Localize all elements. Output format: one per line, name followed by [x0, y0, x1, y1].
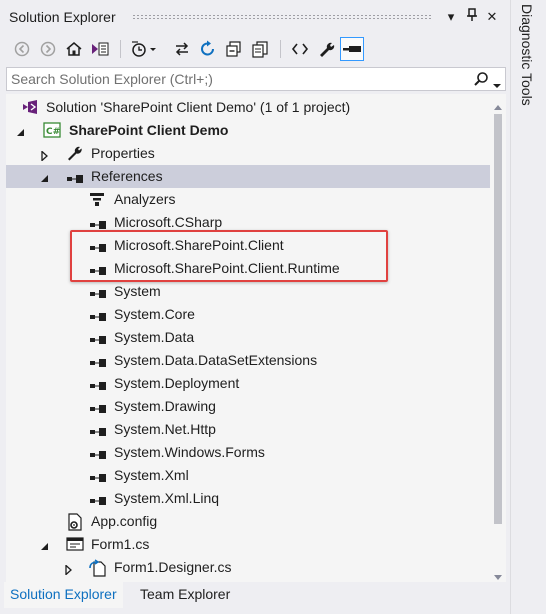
title-grip[interactable] [132, 14, 432, 20]
reference-icon [89, 332, 106, 348]
tree-item-label: App.config [91, 513, 158, 529]
analyzers-icon [89, 191, 105, 207]
pending-changes-filter-icon[interactable] [128, 37, 160, 61]
tree-item[interactable]: System [6, 280, 490, 303]
svg-text:C#: C# [46, 127, 60, 137]
solution-icon [22, 99, 38, 115]
annotation-highlight-box [70, 230, 388, 282]
preview-selected-items-icon[interactable] [340, 37, 364, 61]
tree-item[interactable]: System.Windows.Forms [6, 441, 490, 464]
tree-item[interactable]: System.Xml.Linq [6, 487, 490, 510]
expanded-arrow-icon[interactable] [16, 125, 26, 136]
tree-item[interactable]: System.Core [6, 303, 490, 326]
copy-icon[interactable] [248, 37, 272, 61]
toolbar-separator [280, 40, 281, 58]
tree-item-label: References [91, 168, 163, 184]
tree-item[interactable]: Form1.cs [6, 533, 490, 556]
reference-icon [89, 286, 106, 302]
tree-item-label: System.Core [114, 306, 195, 322]
reference-icon [89, 401, 106, 417]
properties-icon[interactable] [314, 37, 338, 61]
scrollbar-thumb[interactable] [494, 114, 502, 524]
tree-item-label: System [114, 283, 161, 299]
references-icon [66, 171, 83, 187]
side-tool-strip: Diagnostic Tools [510, 0, 546, 614]
expanded-arrow-icon[interactable] [40, 171, 50, 182]
reference-icon [89, 470, 106, 486]
csharp-project-icon: C# [43, 122, 61, 138]
tree-item-label: Form1.Designer.cs [114, 559, 232, 575]
back-icon[interactable] [10, 37, 34, 61]
window-dropdown-icon[interactable]: ▾ [442, 8, 460, 26]
sync-active-document-icon[interactable] [170, 37, 194, 61]
designer-file-icon [89, 559, 106, 577]
tree-item[interactable]: C# SharePoint Client Demo [6, 119, 490, 142]
diagnostic-tools-label: Diagnostic Tools [519, 4, 535, 106]
tree-item[interactable]: References [6, 165, 490, 188]
search-box[interactable] [6, 67, 506, 91]
toolbar [0, 34, 510, 64]
scroll-down-icon[interactable] [494, 568, 502, 582]
toolbar-separator [120, 40, 121, 58]
search-options-dropdown-icon[interactable] [493, 77, 501, 93]
tree-item-label: Microsoft.CSharp [114, 214, 223, 230]
pin-icon[interactable] [463, 8, 481, 26]
collapse-all-icon[interactable] [222, 37, 246, 61]
reference-icon [89, 355, 106, 371]
diagnostic-tools-tab[interactable]: Diagnostic Tools [515, 0, 541, 120]
tree-item-label: System.Xml.Linq [114, 490, 220, 506]
tree-item[interactable]: Solution 'SharePoint Client Demo' (1 of … [6, 96, 490, 119]
reference-icon [89, 447, 106, 463]
reference-icon [89, 424, 106, 440]
tree-item-label: System.Windows.Forms [114, 444, 265, 460]
tree-item[interactable]: System.Deployment [6, 372, 490, 395]
tree-item-label: Form1.cs [91, 536, 150, 552]
tree-item[interactable]: System.Xml [6, 464, 490, 487]
tree-item-label: System.Data [114, 329, 195, 345]
tree-item[interactable]: Properties [6, 142, 490, 165]
bottom-tab-strip: Solution Explorer Team Explorer [0, 582, 510, 614]
home-icon[interactable] [62, 37, 86, 61]
reference-icon [89, 493, 106, 509]
view-code-icon[interactable] [288, 37, 312, 61]
solution-explorer-window: Solution Explorer ▾ ✕ Search Solution Ex… [0, 0, 510, 614]
tree-item[interactable]: System.Drawing [6, 395, 490, 418]
vertical-scrollbar[interactable] [490, 94, 506, 582]
switch-views-icon[interactable] [88, 37, 112, 61]
close-icon[interactable]: ✕ [483, 8, 501, 26]
solution-tree: Solution 'SharePoint Client Demo' (1 of … [6, 94, 506, 582]
tab-team-explorer[interactable]: Team Explorer [134, 582, 236, 608]
tree-item-label: Solution 'SharePoint Client Demo' (1 of … [46, 99, 351, 115]
tree-item[interactable]: System.Data.DataSetExtensions [6, 349, 490, 372]
tree-item[interactable]: App.config [6, 510, 490, 533]
tree-item-label: System.Drawing [114, 398, 216, 414]
tree-item[interactable]: System.Net.Http [6, 418, 490, 441]
tree-item-label: Properties [91, 145, 155, 161]
config-file-icon [66, 513, 82, 531]
search-input[interactable] [11, 70, 461, 88]
reference-icon [89, 309, 106, 325]
collapsed-arrow-icon[interactable] [40, 148, 50, 162]
form-icon [66, 536, 84, 552]
collapsed-arrow-icon[interactable] [64, 562, 74, 576]
tree-item-label: System.Net.Http [114, 421, 216, 437]
tree-item[interactable]: Form1.Designer.cs [6, 556, 490, 579]
tree-item[interactable]: Analyzers [6, 188, 490, 211]
tree-item[interactable]: System.Data [6, 326, 490, 349]
reference-icon [89, 378, 106, 394]
refresh-icon[interactable] [196, 37, 220, 61]
scroll-up-icon[interactable] [494, 98, 502, 114]
expanded-arrow-icon[interactable] [40, 539, 50, 550]
forward-icon[interactable] [36, 37, 60, 61]
tree-item-label: System.Deployment [114, 375, 240, 391]
tree-item-label: Analyzers [114, 191, 176, 207]
title-bar[interactable]: Solution Explorer ▾ ✕ [0, 0, 510, 34]
search-icon[interactable] [473, 71, 489, 90]
window-title: Solution Explorer [9, 9, 116, 25]
tree-item-label: SharePoint Client Demo [69, 122, 229, 138]
tree-item-label: System.Xml [114, 467, 189, 483]
tree-item-label: System.Data.DataSetExtensions [114, 352, 318, 368]
wrench-icon [66, 145, 82, 161]
tab-solution-explorer[interactable]: Solution Explorer [4, 582, 123, 608]
